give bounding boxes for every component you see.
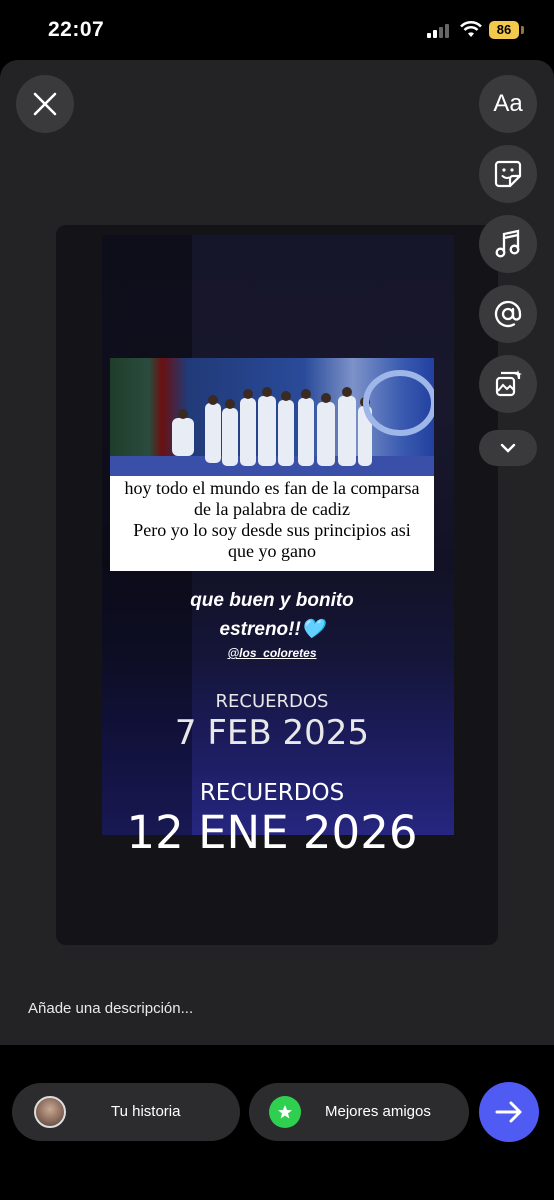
meme-text-line: de la palabra de cadiz xyxy=(194,499,350,519)
text-tool-button[interactable]: Aa xyxy=(479,75,537,133)
performers-silhouettes xyxy=(110,370,434,476)
sticker-icon xyxy=(494,160,522,188)
close-friends-label: Mejores amigos xyxy=(325,1103,431,1120)
mention-tag[interactable]: @los_coloretes xyxy=(110,646,434,660)
your-story-button[interactable]: Tu historia xyxy=(12,1083,240,1141)
story-caption-line-1[interactable]: que buen y bonito xyxy=(110,590,434,612)
status-time: 22:07 xyxy=(48,18,105,41)
memory-date-2[interactable]: 12 ENE 2026 xyxy=(110,806,434,859)
text-tool-label: Aa xyxy=(493,90,523,117)
memory-label-1[interactable]: RECUERDOS xyxy=(110,691,434,712)
arrow-right-icon xyxy=(495,1101,522,1123)
meme-card[interactable]: hoy todo el mundo es fan de la comparsa … xyxy=(110,358,434,571)
music-tool-button[interactable] xyxy=(479,215,537,273)
meme-stage-photo xyxy=(110,358,434,476)
battery-indicator: 86 xyxy=(489,21,519,39)
avatar xyxy=(34,1096,66,1128)
close-button[interactable] xyxy=(16,75,74,133)
your-story-label: Tu historia xyxy=(111,1103,181,1120)
memory-label-2[interactable]: RECUERDOS xyxy=(110,780,434,806)
effects-tool-button[interactable] xyxy=(479,355,537,413)
wifi-icon xyxy=(460,21,482,37)
cellular-signal-icon xyxy=(427,24,453,38)
story-caption-line-2[interactable]: estreno!!🩵 xyxy=(110,617,434,641)
meme-text-line: hoy todo el mundo es fan de la comparsa xyxy=(124,478,420,498)
close-friends-badge xyxy=(269,1096,301,1128)
close-icon xyxy=(33,92,57,116)
star-icon xyxy=(278,1105,292,1119)
send-button[interactable] xyxy=(479,1082,539,1142)
music-note-icon xyxy=(495,229,520,258)
meme-text-line: que yo gano xyxy=(228,541,316,561)
description-input[interactable]: Añade una descripción... xyxy=(28,1000,193,1017)
meme-text: hoy todo el mundo es fan de la comparsa … xyxy=(110,478,434,562)
battery-cap-icon xyxy=(521,26,524,34)
meme-text-line: Pero yo lo soy desde sus principios asi xyxy=(133,520,411,540)
at-sign-icon xyxy=(494,300,522,328)
sticker-tool-button[interactable] xyxy=(479,145,537,203)
memory-date-1[interactable]: 7 FEB 2025 xyxy=(110,713,434,753)
chevron-down-icon xyxy=(500,443,516,453)
close-friends-button[interactable]: Mejores amigos xyxy=(249,1083,469,1141)
status-bar: 22:07 86 xyxy=(0,0,554,60)
mention-tool-button[interactable] xyxy=(479,285,537,343)
more-tools-button[interactable] xyxy=(479,430,537,466)
image-effects-icon xyxy=(495,370,522,397)
